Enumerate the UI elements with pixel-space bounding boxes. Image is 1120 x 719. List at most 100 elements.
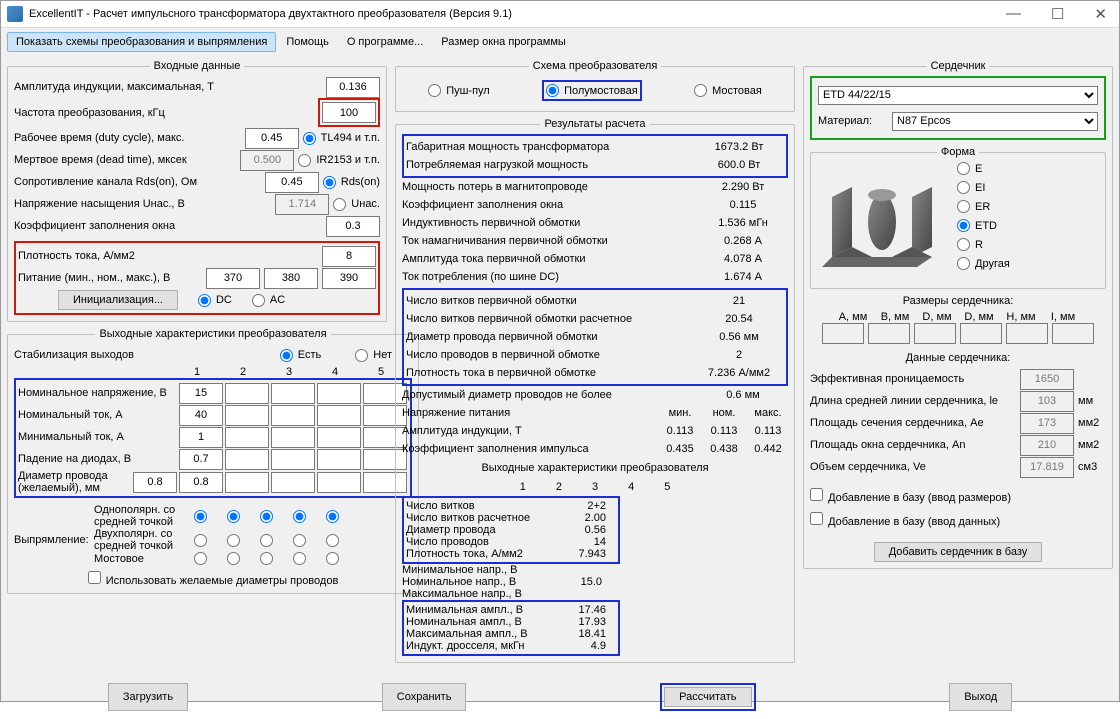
add-core-button[interactable]: Добавить сердечник в базу (874, 542, 1043, 562)
out-wa[interactable] (133, 472, 177, 493)
cb-usewire[interactable]: Использовать желаемые диаметры проводов (88, 575, 339, 587)
radio-tl494[interactable]: TL494 и т.п. (303, 132, 380, 145)
cd5 (1020, 457, 1074, 478)
in-rds[interactable] (265, 172, 319, 193)
init-button[interactable]: Инициализация... (58, 290, 178, 310)
in-vmax[interactable] (322, 268, 376, 289)
core-group: Сердечник ETD 44/22/15 Материал:N87 Epco… (803, 60, 1113, 569)
lbl-rds: Сопротивление канала Rds(on), Ом (14, 176, 261, 188)
radio-usat[interactable]: Uнас. (333, 198, 380, 211)
results-group: Результаты расчета Габаритная мощность т… (395, 118, 795, 663)
titlebar: ExcellentIT - Расчет импульсного трансфо… (1, 1, 1119, 28)
cd3 (1020, 413, 1074, 434)
radio-dc[interactable]: DC (198, 294, 232, 307)
lbl-freq: Частота преобразования, кГц (14, 107, 314, 119)
radio-ir2153[interactable]: IR2153 и т.п. (298, 154, 380, 167)
schema-legend: Схема преобразователя (529, 60, 662, 72)
in-vnom[interactable] (264, 268, 318, 289)
radio-stab-no[interactable]: Нет (355, 349, 392, 362)
cd4 (1020, 435, 1074, 456)
lbl-stab: Стабилизация выходов (14, 349, 276, 361)
calc-button[interactable]: Рассчитать (664, 687, 751, 707)
form-e[interactable]: E (957, 162, 1010, 175)
radio-rdson[interactable]: Rds(on) (323, 176, 380, 189)
in-dead (240, 150, 294, 171)
lbl-inom: Номинальный ток, А (18, 409, 178, 421)
out-vd1[interactable] (179, 449, 223, 470)
lbl-vnom: Номинальное напряжение, В (18, 387, 178, 399)
form-er[interactable]: ER (957, 200, 1010, 213)
lbl-wire: Диаметр провода (желаемый), мм (18, 470, 132, 494)
in-fill[interactable] (326, 216, 380, 237)
radio-stab-yes[interactable]: Есть (280, 349, 321, 362)
lbl-rect3: Мостовое (94, 553, 194, 565)
form-ei[interactable]: EI (957, 181, 1010, 194)
core-legend: Сердечник (927, 60, 990, 72)
radio-ac[interactable]: AC (252, 294, 285, 307)
menu-help[interactable]: Помощь (278, 33, 337, 51)
cd1 (1020, 369, 1074, 390)
out-v4[interactable] (317, 383, 361, 404)
menubar: Показать схемы преобразования и выпрямле… (1, 28, 1119, 56)
menu-about[interactable]: О программе... (339, 33, 431, 51)
dim-i (1052, 323, 1094, 344)
menu-schemes[interactable]: Показать схемы преобразования и выпрямле… (7, 32, 276, 52)
form-r[interactable]: R (957, 238, 1010, 251)
save-button[interactable]: Сохранить (382, 683, 467, 711)
out-v3[interactable] (271, 383, 315, 404)
radio-pushpull[interactable]: Пуш-пул (428, 84, 490, 97)
lbl-rect: Выпрямление: (14, 534, 94, 546)
lbl-dead: Мертвое время (dead time), мксек (14, 154, 236, 166)
radio-fullbridge[interactable]: Мостовая (694, 84, 762, 97)
dim-b (868, 323, 910, 344)
lbl-supply: Питание (мин., ном., макс.), В (18, 272, 202, 284)
out-v2[interactable] (225, 383, 269, 404)
menu-windowsize[interactable]: Размер окна программы (433, 33, 574, 51)
results-legend: Результаты расчета (540, 118, 649, 130)
lbl-induction: Амплитуда индукции, максимальная, Т (14, 81, 322, 93)
out-wb[interactable] (179, 472, 223, 493)
lbl-rect2: Двухполярн. со средней точкой (94, 528, 194, 552)
cd2 (1020, 391, 1074, 412)
dim-h (1006, 323, 1048, 344)
lbl-vdiode: Падение на диодах, В (18, 453, 178, 465)
close-button[interactable]: ✕ (1088, 5, 1113, 23)
dim-d1 (914, 323, 956, 344)
lbl-rect1: Однополярн. со средней точкой (94, 504, 194, 528)
in-jdens[interactable] (322, 246, 376, 267)
form-other[interactable]: Другая (957, 257, 1010, 270)
lbl-jdens: Плотность тока, А/мм2 (18, 250, 318, 262)
material-select[interactable]: N87 Epcos (892, 112, 1098, 131)
load-button[interactable]: Загрузить (108, 683, 188, 711)
in-duty[interactable] (245, 128, 299, 149)
exit-button[interactable]: Выход (949, 683, 1012, 711)
lbl-fill: Коэффициент заполнения окна (14, 220, 322, 232)
in-freq[interactable] (322, 102, 376, 123)
outchar-legend: Выходные характеристики преобразователя (95, 328, 330, 340)
minimize-button[interactable]: — (1000, 5, 1027, 23)
in-vmin[interactable] (206, 268, 260, 289)
lbl-usat: Напряжение насыщения Uнас., В (14, 198, 271, 210)
out-im1[interactable] (179, 427, 223, 448)
window-title: ExcellentIT - Расчет импульсного трансфо… (29, 8, 1000, 20)
outchar-group: Выходные характеристики преобразователя … (7, 328, 419, 594)
r-rect1-1[interactable] (194, 510, 207, 523)
radio-halfbridge[interactable]: Полумостовая (546, 84, 638, 97)
input-group: Входные данные Амплитуда индукции, макси… (7, 60, 387, 322)
dim-a (822, 323, 864, 344)
core-image (817, 162, 947, 282)
lbl-imin: Минимальный ток, А (18, 431, 178, 443)
app-icon (7, 6, 23, 22)
core-select[interactable]: ETD 44/22/15 (818, 86, 1098, 105)
cb-add-sizes[interactable]: Добавление в базу (ввод размеров) (810, 492, 1011, 504)
maximize-button[interactable]: ☐ (1045, 5, 1070, 23)
form-etd[interactable]: ETD (957, 219, 1010, 232)
out-v1[interactable] (179, 383, 223, 404)
in-usat (275, 194, 329, 215)
cb-add-data[interactable]: Добавление в базу (ввод данных) (810, 516, 1000, 528)
schema-group: Схема преобразователя Пуш-пул Полумостов… (395, 60, 795, 112)
out-i1[interactable] (179, 405, 223, 426)
input-legend: Входные данные (150, 60, 245, 72)
lbl-duty: Рабочее время (duty cycle), макс. (14, 132, 241, 144)
in-induction[interactable] (326, 77, 380, 98)
